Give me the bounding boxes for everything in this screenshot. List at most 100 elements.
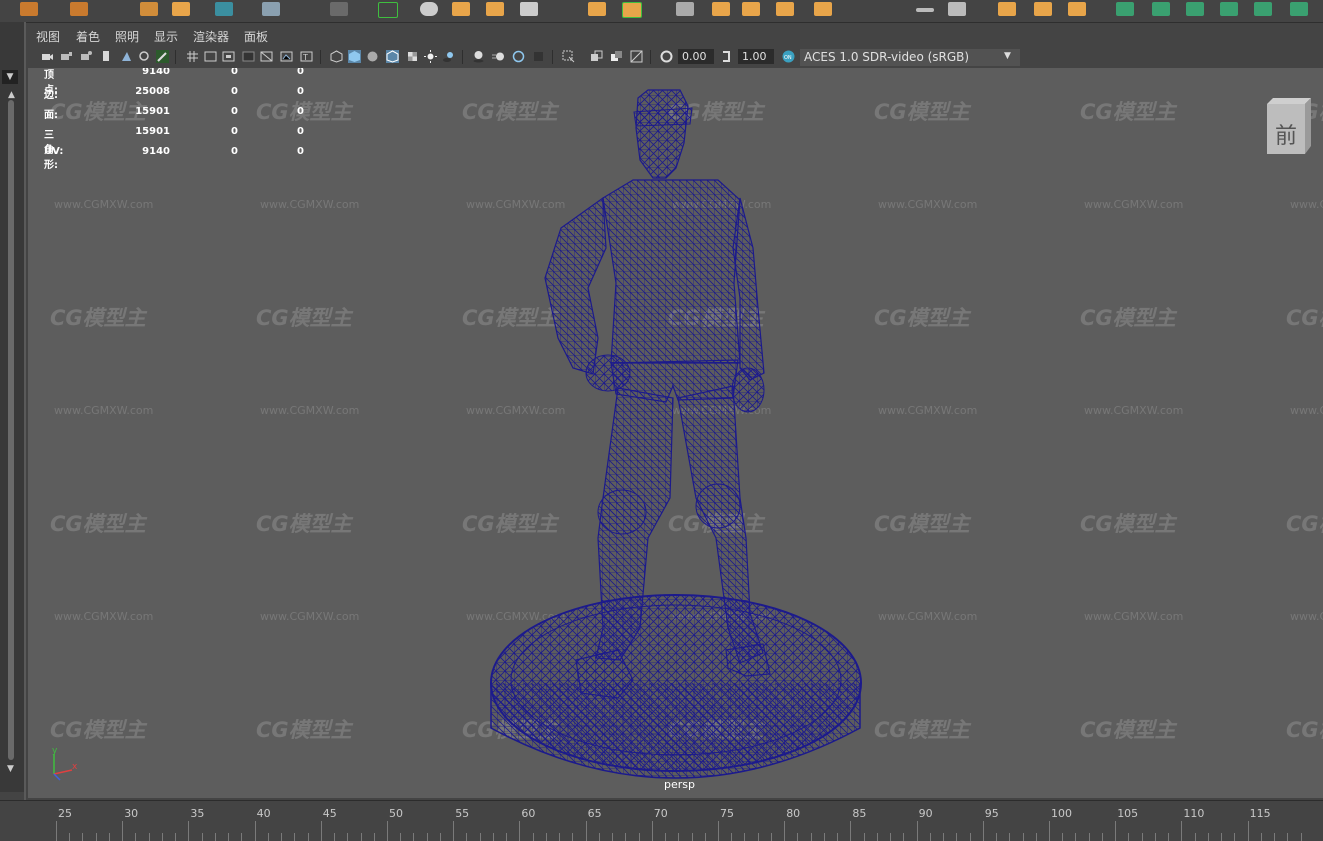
time-slider[interactable]: 25 30 35 40 45 50 55 60 65 70 75 80 85 90 95 100 105 110 1… [0, 800, 1323, 841]
shelf-tool-icon[interactable] [330, 2, 348, 16]
shelf-tool-icon[interactable] [916, 8, 934, 12]
shelf-tool-icon[interactable] [486, 2, 504, 16]
character-wireframe[interactable] [28, 68, 1323, 798]
shelf-tool-icon[interactable] [520, 2, 538, 16]
timeline-major-tick [56, 821, 57, 841]
shelf-tool-icon[interactable] [70, 2, 88, 16]
field-chart-icon[interactable] [260, 50, 273, 63]
textured-icon[interactable] [406, 50, 419, 63]
motion-blur-icon[interactable] [492, 50, 505, 63]
hud-value: 9140 [142, 68, 170, 77]
default-material-icon[interactable] [366, 50, 379, 63]
grid-icon[interactable] [186, 50, 199, 63]
timeline-major-tick [585, 821, 587, 841]
image-plane-icon[interactable] [120, 50, 133, 63]
two-d-pan-zoom-icon[interactable] [138, 50, 151, 63]
timeline-frame-label: 75 [720, 807, 734, 820]
wireframe-on-shaded-icon[interactable] [386, 50, 399, 63]
resolution-gate-icon[interactable] [222, 50, 235, 63]
shelf-tool-icon[interactable] [20, 2, 38, 16]
exposure-field[interactable]: 0.00 [678, 49, 714, 64]
shelf-bar [0, 0, 1323, 23]
exposure-icon[interactable] [660, 50, 673, 63]
shelf-tool-icon[interactable] [742, 2, 760, 16]
shelf-tool-icon[interactable] [172, 2, 190, 16]
shelf-tool-icon[interactable] [776, 2, 794, 16]
timeline-frame-label: 95 [984, 807, 999, 820]
xray-icon[interactable] [590, 50, 603, 63]
shelf-tool-icon[interactable] [1290, 2, 1308, 16]
grease-pencil-icon[interactable] [156, 50, 169, 63]
menu-lighting[interactable]: 照明 [115, 28, 139, 45]
shelf-tool-icon[interactable] [215, 2, 233, 16]
shelf-tool-icon[interactable] [998, 2, 1016, 16]
toolbar-separator [175, 50, 176, 64]
screen-space-ao-icon[interactable] [472, 50, 485, 63]
timeline-major-tick [1115, 821, 1117, 841]
hud-value: 25008 [135, 86, 170, 97]
hud-value: 15901 [135, 126, 170, 137]
timeline-major-tick [254, 821, 256, 841]
menu-shading[interactable]: 着色 [76, 28, 100, 45]
timeline-frame-label: 40 [256, 807, 271, 820]
safe-title-icon[interactable]: T [300, 50, 313, 63]
lights-icon[interactable] [424, 50, 437, 63]
shelf-tool-icon[interactable] [588, 2, 606, 16]
timeline-frame-label: 50 [389, 807, 403, 820]
shelf-tool-icon[interactable] [1254, 2, 1272, 16]
gamma-field[interactable]: 1.00 [738, 49, 774, 64]
shelf-tool-icon[interactable] [1068, 2, 1086, 16]
axis-x-label: x [72, 762, 78, 772]
shelf-tool-icon[interactable] [1220, 2, 1238, 16]
shelf-tool-icon[interactable] [140, 2, 158, 16]
menu-renderer[interactable]: 渲染器 [193, 28, 229, 45]
depth-of-field-icon[interactable] [532, 50, 545, 63]
shelf-tool-icon[interactable] [814, 2, 832, 16]
anti-aliasing-icon[interactable] [512, 50, 525, 63]
shelf-tool-icon[interactable] [622, 2, 642, 18]
smooth-shade-icon[interactable] [348, 50, 361, 63]
viewport-3d[interactable]: CG模型主 www.CGMXW.com CG模型主 www.CGMXW.com CG模型… [28, 68, 1323, 798]
menu-panels[interactable]: 面板 [244, 28, 268, 45]
color-management-icon[interactable]: ON [782, 50, 795, 63]
dropdown-arrow-icon[interactable]: ▼ [1004, 51, 1011, 61]
scrollbar-thumb[interactable] [8, 100, 14, 760]
xray-active-icon[interactable] [610, 50, 623, 63]
shelf-tool-icon[interactable] [262, 2, 280, 16]
film-gate-icon[interactable] [204, 50, 217, 63]
timeline-frame-label: 55 [455, 807, 470, 820]
xray-joints-icon[interactable] [630, 50, 643, 63]
view-cube[interactable]: 前 [1265, 98, 1311, 154]
shelf-tool-icon[interactable] [420, 2, 438, 16]
isolate-select-icon[interactable] [562, 50, 575, 63]
svg-text:ON: ON [784, 55, 792, 61]
shelf-tool-icon[interactable] [676, 2, 694, 16]
safe-action-icon[interactable] [280, 50, 293, 63]
scroll-down-icon[interactable]: ▼ [7, 764, 14, 774]
camera-attrs-icon[interactable] [80, 50, 93, 63]
menu-show[interactable]: 显示 [154, 28, 178, 45]
timeline-frame-label: 45 [322, 807, 337, 820]
collapse-arrow-icon[interactable]: ▼ [2, 70, 18, 84]
timeline-major-tick [453, 821, 455, 841]
hud-value: 0 [297, 86, 304, 97]
gamma-icon[interactable] [720, 50, 733, 63]
hud-label: UV: [44, 146, 64, 157]
shelf-tool-icon[interactable] [712, 2, 730, 16]
camera-icon[interactable] [41, 50, 54, 63]
shelf-tool-icon[interactable] [1034, 2, 1052, 16]
shelf-tool-icon[interactable] [1152, 2, 1170, 16]
shelf-tool-icon[interactable] [378, 2, 398, 18]
shelf-tool-icon[interactable] [1116, 2, 1134, 16]
menu-view[interactable]: 视图 [36, 28, 60, 45]
shadows-icon[interactable] [442, 50, 455, 63]
shelf-tool-icon[interactable] [452, 2, 470, 16]
shelf-tool-icon[interactable] [948, 2, 966, 16]
scroll-up-icon[interactable]: ▲ [8, 90, 15, 100]
bookmark-icon[interactable] [100, 50, 113, 63]
wireframe-icon[interactable] [330, 50, 343, 63]
camera-lock-icon[interactable] [60, 50, 73, 63]
gate-mask-icon[interactable] [242, 50, 255, 63]
color-space-dropdown[interactable]: ACES 1.0 SDR-video (sRGB) [800, 49, 1020, 66]
shelf-tool-icon[interactable] [1186, 2, 1204, 16]
